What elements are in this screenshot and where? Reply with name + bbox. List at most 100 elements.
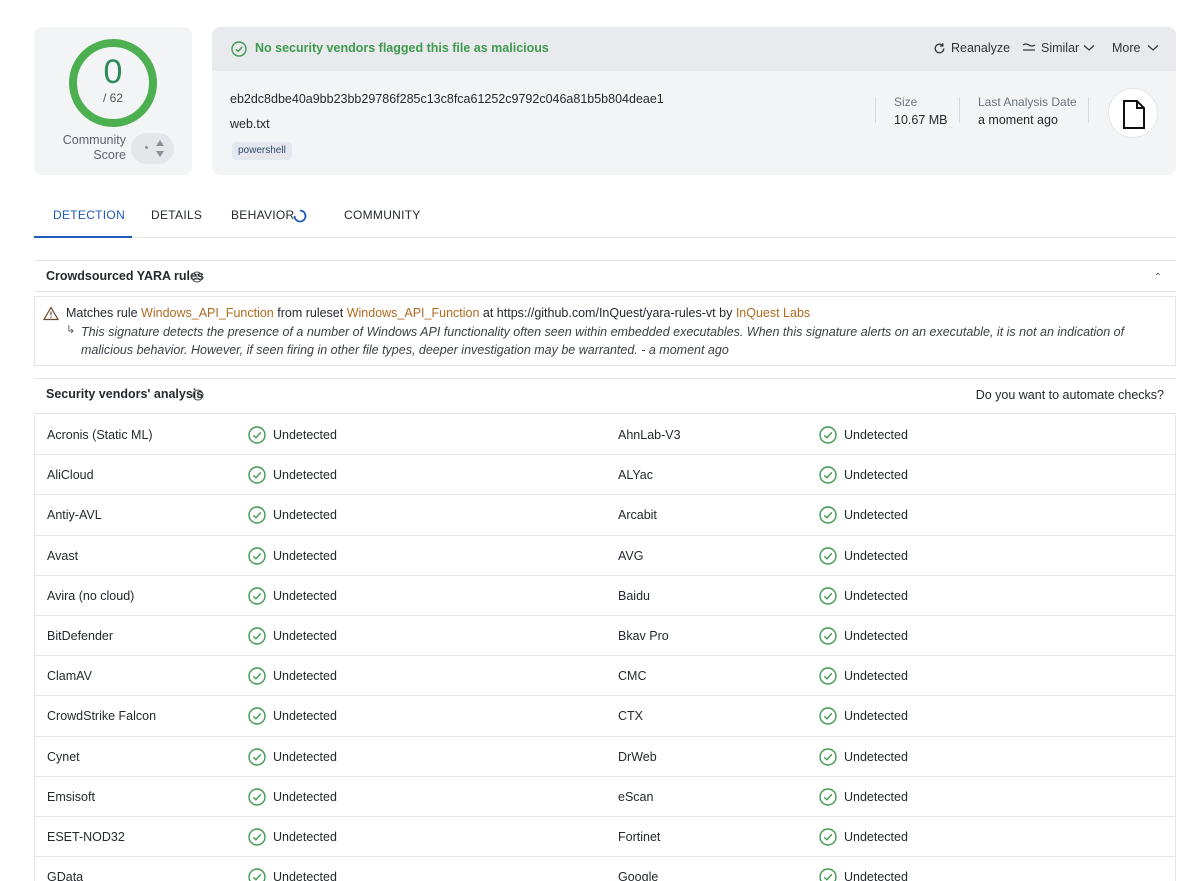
check-circle-icon [248, 828, 266, 846]
vendor-name: Baidu [618, 588, 650, 603]
check-circle-icon [819, 546, 837, 565]
vendor-result: Undetected [273, 870, 337, 881]
status-message: No security vendors flagged this file as… [255, 41, 549, 55]
vendor-name: CTX [618, 709, 643, 724]
vendor-result: Undetected [844, 548, 908, 563]
table-row: Emsisoft Undetected eScan Undetected [35, 777, 1175, 817]
vendor-name: Emsisoft [47, 789, 95, 804]
community-score-vote[interactable] [131, 133, 174, 164]
check-circle-icon [248, 667, 266, 685]
vendor-name: Avast [47, 548, 79, 563]
vote-up-icon[interactable] [156, 140, 164, 146]
info-icon[interactable] [192, 389, 204, 401]
yara-match-line: Matches rule Windows_API_Function from r… [66, 306, 810, 320]
info-icon[interactable] [191, 271, 203, 283]
file-name: web.txt [230, 117, 270, 131]
check-circle-icon [819, 828, 837, 846]
vendor-name: AhnLab-V3 [618, 428, 681, 442]
table-row: Cynet Undetected DrWeb Undetected [35, 737, 1175, 777]
date-label: Last Analysis Date [978, 95, 1077, 109]
table-row: Avast Undetected AVG Undetected [35, 536, 1175, 576]
check-circle-icon [819, 506, 837, 525]
size-label: Size [894, 95, 918, 109]
more-button[interactable]: More [1112, 41, 1159, 55]
vendors-table: Acronis (Static ML) Undetected AhnLab-V3 Un… [34, 415, 1176, 881]
vendor-result: Undetected [273, 468, 337, 483]
vendor-result: Undetected [844, 508, 908, 523]
yara-prefix: Matches rule [66, 306, 138, 320]
vendor-name: ESET-NOD32 [47, 829, 125, 844]
collapse-icon[interactable]: ⌃ [1154, 272, 1162, 283]
loading-spinner-icon [293, 209, 307, 223]
vendor-result: Undetected [844, 829, 908, 844]
vendor-result: Undetected [844, 789, 908, 804]
vendor-result: Undetected [273, 669, 337, 684]
automate-checks-link[interactable]: Do you want to automate checks? [976, 388, 1164, 402]
check-circle-icon [231, 41, 247, 57]
divider [1088, 97, 1089, 123]
tab-details[interactable]: DETAILS [151, 208, 202, 222]
vendors-section-title: Security vendors' analysis [46, 387, 204, 401]
vendor-result: Undetected [844, 669, 908, 684]
vendor-name: Bkav Pro [618, 628, 669, 643]
community-score-label: Community Score [62, 133, 126, 162]
check-circle-icon [819, 667, 837, 685]
vendor-result: Undetected [844, 749, 908, 764]
tab-behavior[interactable]: BEHAVIOR [231, 208, 295, 222]
similar-icon [1022, 43, 1036, 51]
vendor-result: Undetected [844, 468, 908, 483]
yara-section-header[interactable]: Crowdsourced YARA rules ⌃ [34, 260, 1176, 292]
check-circle-icon [248, 587, 266, 605]
vendor-result: Undetected [273, 789, 337, 804]
warning-icon [43, 306, 59, 321]
size-value: 10.67 MB [894, 113, 948, 127]
file-type-badge [1108, 88, 1158, 138]
check-circle-icon [248, 466, 266, 484]
check-circle-icon [248, 426, 266, 444]
tab-bar: DETECTION DETAILS BEHAVIOR COMMUNITY [34, 195, 1176, 238]
file-summary: No security vendors flagged this file as… [212, 27, 1176, 175]
file-tag[interactable]: powershell [232, 142, 292, 160]
vendor-name: CMC [618, 669, 647, 684]
vote-down-icon[interactable] [156, 151, 164, 157]
table-row: Acronis (Static ML) Undetected AhnLab-V3 Un… [35, 415, 1175, 456]
vendor-name: ALYac [618, 468, 653, 483]
table-row: GData Undetected Google Undetected [35, 857, 1175, 881]
yara-rule-link[interactable]: Windows_API_Function [141, 306, 274, 320]
yara-ruleset-link[interactable]: Windows_API_Function [347, 306, 480, 320]
vendor-result: Undetected [273, 749, 337, 764]
date-value: a moment ago [978, 113, 1058, 127]
check-circle-icon [819, 868, 837, 881]
vendor-result: Undetected [273, 428, 337, 442]
table-row: BitDefender Undetected Bkav Pro Undetected [35, 616, 1175, 657]
reanalyze-button[interactable]: Reanalyze [933, 41, 1010, 55]
table-row: Antiy-AVL Undetected Arcabit Undetected [35, 495, 1175, 536]
check-circle-icon [248, 627, 266, 645]
vendor-name: Cynet [47, 749, 80, 764]
vendor-result: Undetected [844, 428, 908, 442]
tab-detection[interactable]: DETECTION [53, 208, 125, 222]
tab-community[interactable]: COMMUNITY [344, 208, 421, 222]
vendor-result: Undetected [273, 829, 337, 844]
vendor-result: Undetected [844, 709, 908, 724]
vendor-result: Undetected [273, 588, 337, 603]
chevron-down-icon [1148, 45, 1159, 51]
check-circle-icon [819, 707, 837, 726]
reanalyze-label: Reanalyze [951, 41, 1011, 55]
yara-rule-match: Matches rule Windows_API_Function from r… [34, 296, 1176, 366]
similar-button[interactable]: Similar [1022, 41, 1095, 55]
table-row: ClamAV Undetected CMC Undetected [35, 656, 1175, 697]
vendor-result: Undetected [273, 548, 337, 563]
vendor-name: Acronis (Static ML) [47, 428, 153, 442]
check-circle-icon [248, 506, 266, 525]
vendor-result: Undetected [273, 709, 337, 724]
check-circle-icon [819, 747, 837, 766]
chevron-down-icon [1083, 45, 1095, 51]
check-circle-icon [819, 587, 837, 605]
yara-author-link[interactable]: InQuest Labs [736, 306, 810, 320]
vendor-name: Google [618, 870, 659, 881]
check-circle-icon [248, 546, 266, 565]
check-circle-icon [819, 627, 837, 645]
file-hash[interactable]: eb2dc8dbe40a9bb23bb29786f285c13c8fca6125… [230, 92, 664, 106]
score-card: 0 / 62 Community Score [34, 27, 192, 175]
